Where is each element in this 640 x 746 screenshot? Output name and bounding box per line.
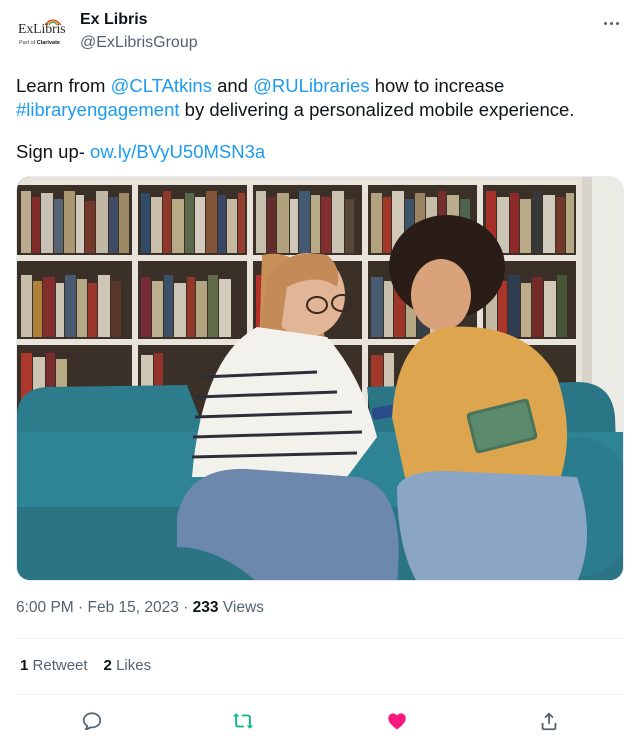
account-handle[interactable]: @ExLibrisGroup <box>80 32 198 54</box>
tweet-date[interactable]: Feb 15, 2023 <box>88 599 179 616</box>
retweets-stat[interactable]: 1 Retweet <box>20 656 88 676</box>
retweets-count: 1 <box>20 657 29 674</box>
retweets-label: Retweet <box>32 657 88 674</box>
divider <box>16 638 624 639</box>
avatar-logo-sub-part: Part of <box>19 40 36 46</box>
likes-stat[interactable]: 2 Likes <box>104 656 152 676</box>
divider <box>16 694 624 695</box>
reply-icon[interactable] <box>79 708 105 734</box>
more-dot <box>615 21 619 25</box>
signup-url-link[interactable]: ow.ly/BVyU50MSN3a <box>90 141 265 162</box>
tweet-time[interactable]: 6:00 PM <box>16 599 74 616</box>
tweet-text-segment: Learn from <box>16 75 111 96</box>
engagement-stats: 1 Retweet 2 Likes <box>20 656 151 676</box>
views-label: Views <box>218 599 264 616</box>
more-dot <box>603 21 607 25</box>
avatar-logo-text: ExLibris <box>18 22 66 37</box>
hashtag-link[interactable]: #libraryengagement <box>16 99 180 120</box>
tweet-text-segment: by delivering a personalized mobile expe… <box>179 99 575 120</box>
avatar-logo-sub: Part of Clarivate <box>19 40 60 46</box>
avatar[interactable]: ExLibris Part of Clarivate <box>16 14 70 54</box>
mention-link[interactable]: @RULibraries <box>253 75 369 96</box>
tweet-media-photo[interactable] <box>16 176 624 581</box>
display-name[interactable]: Ex Libris <box>80 10 198 30</box>
tweet-meta: 6:00 PM · Feb 15, 2023 · 233 Views <box>16 598 264 618</box>
account-names: Ex Libris @ExLibrisGroup <box>80 10 198 54</box>
meta-separator: · <box>178 599 193 616</box>
signup-label: Sign up- <box>16 141 91 162</box>
more-icon[interactable] <box>600 12 622 34</box>
tweet-text-segment: and <box>211 75 254 96</box>
share-icon[interactable] <box>536 708 562 734</box>
views-count: 233 <box>192 599 219 616</box>
signup-line: Sign up- ow.ly/BVyU50MSN3a <box>16 140 265 164</box>
more-dot <box>609 21 613 25</box>
meta-separator: · <box>73 599 88 616</box>
action-bar <box>0 704 640 738</box>
heart-icon[interactable] <box>384 708 410 734</box>
tweet-text-segment: how to increase <box>369 75 505 96</box>
likes-label: Likes <box>116 657 152 674</box>
mention-link[interactable]: @CLTAtkins <box>111 75 212 96</box>
likes-count: 2 <box>103 657 112 674</box>
tweet-text: Learn from @CLTAtkins and @RULibraries h… <box>16 74 616 122</box>
retweet-icon[interactable] <box>230 708 256 734</box>
tweet-header: ExLibris Part of Clarivate Ex Libris @Ex… <box>16 10 624 56</box>
library-photo <box>17 177 623 580</box>
avatar-logo-brand: Clarivate <box>36 40 60 46</box>
